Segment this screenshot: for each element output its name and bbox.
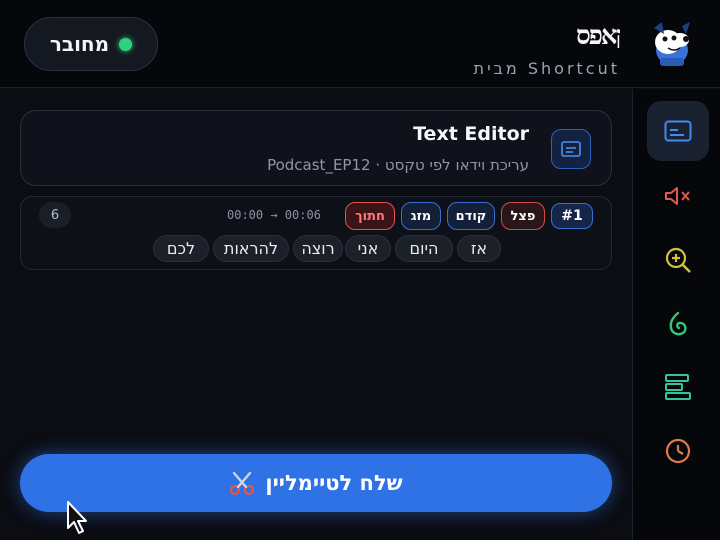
rail-layout-button[interactable] [647,357,709,417]
scissors-icon [230,471,255,496]
editor-subtitle: עריכת וידאו לפי טקסט · Podcast_EP12 [267,156,529,174]
rail-zoom-button[interactable] [647,230,709,290]
brand: קאפס מבית Shortcut [473,18,631,78]
word-chip[interactable]: אני [345,235,391,262]
previous-button[interactable]: קודם [447,202,495,230]
word-count-badge: 6 [39,202,71,228]
clock-icon [665,438,691,464]
editor-card: Text Editor עריכת וידאו לפי טקסט · Podca… [20,110,612,186]
rail-subtitles-button[interactable] [647,101,709,161]
mouse-cursor-icon [67,501,87,534]
split-button[interactable]: פצל [501,202,545,230]
send-button-label: שלח לטיימליין [265,471,403,495]
rail-spiral-button[interactable] [647,294,709,354]
word-chip[interactable]: רוצה [293,235,343,262]
editor-icon-box [551,129,591,169]
clip-number: #1 [551,203,593,229]
clip-row[interactable]: #1 פצל קודם מזג חתוך 00:00 → 00:06 6 אז … [20,196,612,270]
mute-icon [665,187,690,205]
subtitles-icon [664,120,692,142]
tool-rail [632,89,720,540]
word-chip[interactable]: אז [457,235,501,262]
brand-logo: קאפס [474,18,631,55]
cut-button[interactable]: חתוך [345,202,395,230]
send-to-timeline-button[interactable]: שלח לטיימליין [20,454,612,512]
layout-icon [665,374,691,400]
word-chip[interactable]: להראות [213,235,289,262]
merge-button[interactable]: מזג [401,202,441,230]
word-chip[interactable]: לכם [153,235,209,262]
rail-mute-button[interactable] [647,166,709,226]
rail-history-button[interactable] [647,421,709,481]
dog-mascot-icon [654,22,690,66]
zoom-in-icon [665,247,691,273]
status-dot [119,37,133,51]
brand-logo-mark: קאפס [576,21,631,51]
clip-time-range: 00:00 → 00:06 [227,208,321,222]
top-bar: מחובר קאפס מבית Shortcut [0,0,720,88]
editor-title: Text Editor [413,123,529,145]
status-label: מחובר [49,32,110,56]
connection-status[interactable]: מחובר [24,17,158,71]
brand-subtitle: מבית Shortcut [473,59,620,78]
subtitles-icon [561,141,581,157]
svg-text:קאפס: קאפס [576,21,620,48]
word-chip[interactable]: היום [395,235,453,262]
spiral-icon [669,311,687,336]
